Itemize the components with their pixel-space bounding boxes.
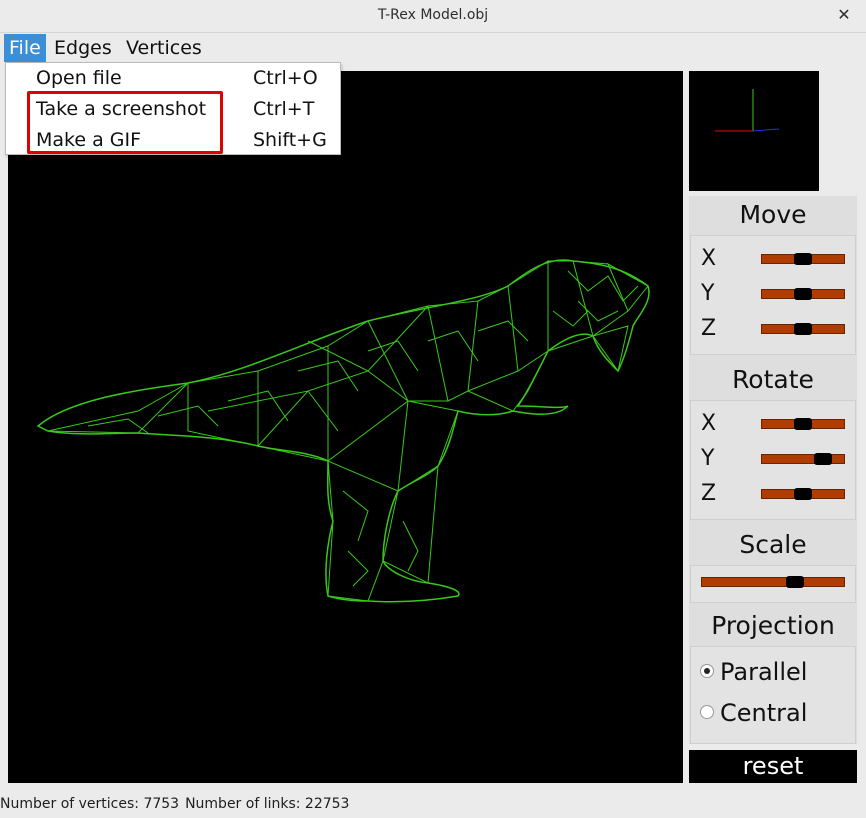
move-y-label: Y [701,281,715,306]
menu-item-label: Open file [36,67,122,89]
slider-thumb[interactable] [794,418,812,430]
file-menu-dropdown: Open file Ctrl+O Take a screenshot Ctrl+… [5,62,341,155]
rotate-z-slider[interactable] [761,488,845,500]
menu-file[interactable]: File [4,34,46,62]
rotate-x-label: X [701,411,717,436]
scale-title: Scale [739,530,807,559]
status-bar: Number of vertices: 7753 Number of links:… [0,793,866,818]
menu-item-label: Take a screenshot [36,98,207,120]
menu-item-label: Make a GIF [36,129,142,151]
slider-thumb[interactable] [794,323,812,335]
trex-mesh-detail [87,270,639,587]
rotate-y-slider[interactable] [761,453,845,465]
move-x-label: X [701,246,717,271]
slider-thumb[interactable] [786,576,804,588]
menu-item-open-file[interactable]: Open file Ctrl+O [6,63,340,94]
move-z-slider[interactable] [761,323,845,335]
menu-item-shortcut: Ctrl+T [253,98,315,120]
rotate-z-label: Z [701,481,717,506]
links-count: Number of links: 22753 [185,796,350,812]
menu-edges[interactable]: Edges [49,34,117,62]
slider-thumb[interactable] [814,453,832,465]
axes-preview [689,71,819,191]
radio-label: Parallel [720,658,808,686]
scale-slider[interactable] [701,576,845,588]
axes-icon [715,89,780,132]
slider-thumb[interactable] [794,253,812,265]
vertices-count: Number of vertices: 7753 [0,796,180,812]
radio-label: Central [720,699,808,727]
trex-outline [36,259,650,603]
menu-vertices[interactable]: Vertices [121,34,207,62]
radio-central[interactable] [700,705,714,719]
menu-item-take-screenshot[interactable]: Take a screenshot Ctrl+T [6,94,340,125]
slider-thumb[interactable] [794,488,812,500]
menu-item-shortcut: Shift+G [253,129,327,151]
move-y-slider[interactable] [761,288,845,300]
trex-mesh [47,260,649,602]
menu-item-shortcut: Ctrl+O [253,67,318,89]
rotate-y-label: Y [701,446,715,471]
rotate-x-slider[interactable] [761,418,845,430]
trex-wireframe [36,259,650,603]
menu-bar: File Edges Vertices [0,34,866,62]
move-x-slider[interactable] [761,253,845,265]
rotate-title: Rotate [732,365,814,394]
reset-button[interactable]: reset [689,750,857,783]
slider-thumb[interactable] [794,288,812,300]
window-titlebar: T-Rex Model.obj ✕ [0,0,866,33]
projection-central-option[interactable]: Central [700,699,807,727]
model-viewport[interactable] [8,71,683,783]
close-icon[interactable]: ✕ [832,3,856,27]
radio-parallel[interactable] [700,664,714,678]
menu-item-make-gif[interactable]: Make a GIF Shift+G [6,125,340,156]
move-z-label: Z [701,316,717,341]
move-title: Move [739,200,807,229]
window-title: T-Rex Model.obj [377,7,489,23]
projection-title: Projection [711,611,835,640]
projection-parallel-option[interactable]: Parallel [700,658,807,686]
